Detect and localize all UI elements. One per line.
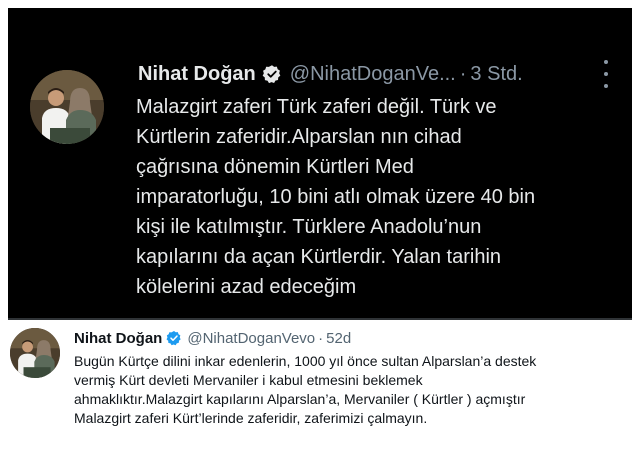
tweet-text-line: kölelerini azad edeceğim	[136, 276, 357, 298]
separator-dot: ·	[459, 62, 467, 85]
tweet-text-line: ahmaklıktır.Malazgirt kapılarını Alparsl…	[74, 391, 526, 407]
author-handle[interactable]: @NihatDoganVevo	[187, 330, 315, 347]
tweet-text-line: çağrısına dönemin Kürtleri Med	[136, 156, 414, 178]
tweet-text-line: Malazgirt zaferi Kürt’lerinde zaferidir,…	[74, 410, 428, 426]
bottom-tweet[interactable]: Nihat Doğan @NihatDoganVevo · 52d Bugün …	[0, 320, 640, 465]
tweet-text-line: kişi ile katılmıştır. Türklere Anadolu’n…	[136, 216, 482, 238]
avatar-photo	[30, 70, 104, 144]
author-name[interactable]: Nihat Doğan	[138, 63, 256, 86]
tweet-header: Nihat Doğan @NihatDoganVevo · 52d	[74, 324, 351, 352]
tweet-header: Nihat Doğan @NihatDoganVe... · 3 Std.	[138, 54, 622, 94]
tweet-text-line: imparatorluğu, 10 bini atlı olmak üzere …	[136, 186, 536, 208]
tweet-text: Bugün Kürtçe dilini inkar edenlerin, 100…	[74, 352, 634, 428]
timestamp[interactable]: 3 Std.	[470, 63, 522, 86]
avatar[interactable]	[10, 328, 60, 378]
verified-badge-icon	[166, 331, 182, 346]
tweet-text: Malazgirt zaferi Türk zaferi değil. Türk…	[136, 92, 616, 302]
top-tweet[interactable]: Nihat Doğan @NihatDoganVe... · 3 Std. Ma…	[8, 8, 632, 320]
timestamp[interactable]: 52d	[326, 330, 351, 347]
tweet-text-line: Bugün Kürtçe dilini inkar edenlerin, 100…	[74, 353, 537, 369]
avatar-photo	[10, 328, 60, 378]
tweet-text-line: Malazgirt zaferi Türk zaferi değil. Türk…	[136, 96, 497, 118]
avatar[interactable]	[30, 70, 104, 144]
more-options-icon[interactable]	[602, 60, 610, 88]
verified-badge-icon	[262, 65, 281, 84]
separator-dot: ·	[318, 329, 324, 347]
author-name[interactable]: Nihat Doğan	[74, 330, 162, 347]
tweet-text-line: Kürtlerin zaferidir.Alparslan nın cihad	[136, 126, 462, 148]
tweet-text-line: vermiş Kürt devleti Mervaniler i kabul e…	[74, 372, 423, 388]
tweet-text-line: kapılarını da açan Kürtlerdir. Yalan tar…	[136, 246, 502, 268]
author-handle[interactable]: @NihatDoganVe...	[290, 63, 456, 86]
